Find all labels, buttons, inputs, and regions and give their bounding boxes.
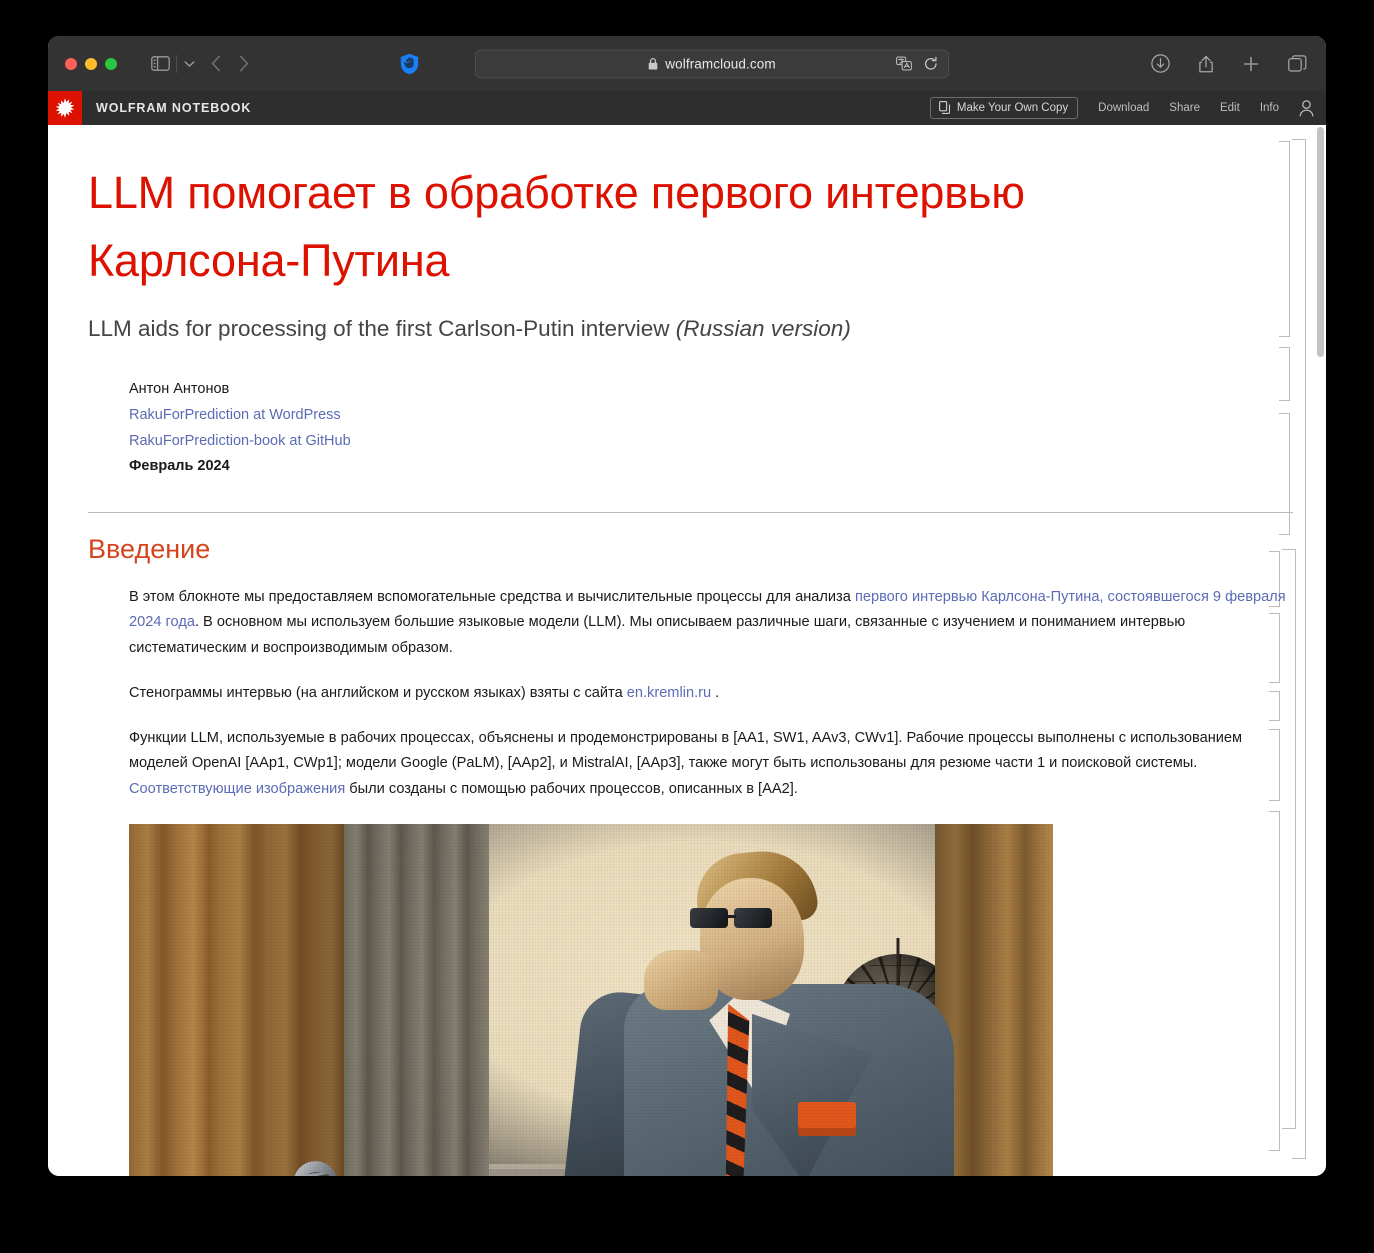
browser-toolbar: wolframcloud.com <box>48 36 1326 91</box>
make-your-own-copy-button[interactable]: Make Your Own Copy <box>929 97 1079 119</box>
paragraph-2: Стенограммы интервью (на английском и ру… <box>129 681 1292 706</box>
paragraph-3: Функции LLM, используемые в рабочих проц… <box>129 726 1292 802</box>
output-image-cell <box>129 823 1053 1176</box>
window-traffic-lights <box>65 57 117 70</box>
wolfram-spikey-logo[interactable] <box>48 91 82 125</box>
page-title: LLM помогает в обработке первого интервь… <box>88 167 1025 286</box>
page-subtitle: LLM aids for processing of the first Car… <box>88 316 1146 342</box>
browser-window: wolframcloud.com WOLFRAM NOTEBOOK Make Y… <box>48 36 1326 1176</box>
sidebar-toggle-icon[interactable] <box>151 56 170 71</box>
share-icon[interactable] <box>1198 54 1214 74</box>
url-text: wolframcloud.com <box>665 56 776 71</box>
paragraph-1-text-2: . В основном мы используем большие языко… <box>129 614 1186 656</box>
paragraph-1-text-1: В этом блокноте мы предоставляем вспомог… <box>129 589 855 606</box>
edit-link[interactable]: Edit <box>1220 102 1240 114</box>
toolbar-right-actions <box>1151 54 1307 74</box>
notebook-page[interactable]: LLM помогает в обработке первого интервь… <box>48 125 1326 1176</box>
address-bar[interactable]: wolframcloud.com <box>475 49 949 78</box>
author-date: Февраль 2024 <box>129 458 230 475</box>
subtitle-italic: (Russian version) <box>675 316 851 341</box>
paragraph-2-text-2: . <box>711 684 720 701</box>
author-block: Антон Антонов RakuForPrediction at WordP… <box>129 377 1326 480</box>
notebook-header-actions: Make Your Own Copy Download Share Edit I… <box>929 97 1314 119</box>
interview-illustration <box>129 823 1053 1176</box>
paragraph-2-text-1: Стенограммы интервью (на английском и ру… <box>129 684 627 701</box>
new-tab-icon[interactable] <box>1242 55 1260 73</box>
copy-icon <box>938 101 950 114</box>
translate-icon[interactable] <box>896 56 912 71</box>
reload-icon[interactable] <box>924 56 938 71</box>
toolbar-divider <box>176 54 177 73</box>
download-link[interactable]: Download <box>1098 102 1149 114</box>
paragraph-3-text-2: были созданы с помощью рабочих процессов… <box>345 780 798 797</box>
author-link-github[interactable]: RakuForPrediction-book at GitHub <box>129 429 1326 455</box>
lock-icon <box>648 57 658 70</box>
paragraph-3-link-images[interactable]: Соответствующие изображения <box>129 781 345 797</box>
paragraph-3-text-1: Функции LLM, используемые в рабочих проц… <box>129 730 1243 772</box>
notebook-header-title: WOLFRAM NOTEBOOK <box>96 101 252 115</box>
downloads-icon[interactable] <box>1151 54 1170 73</box>
forward-icon[interactable] <box>239 55 249 72</box>
account-person-icon[interactable] <box>1299 99 1314 117</box>
notebook-content: LLM помогает в обработке первого интервь… <box>48 159 1326 1176</box>
info-link[interactable]: Info <box>1260 102 1279 114</box>
section-divider <box>88 512 1293 514</box>
minimize-window-button[interactable] <box>85 57 97 70</box>
close-window-button[interactable] <box>65 57 77 70</box>
paragraph-2-link-kremlin[interactable]: en.kremlin.ru <box>627 685 711 701</box>
shield-privacy-icon[interactable] <box>400 53 419 75</box>
section-heading-introduction: Введение <box>88 534 211 565</box>
maximize-window-button[interactable] <box>105 57 117 70</box>
author-name: Антон Антонов <box>129 381 230 397</box>
author-link-wordpress[interactable]: RakuForPrediction at WordPress <box>129 403 1326 429</box>
back-icon[interactable] <box>211 55 221 72</box>
share-link[interactable]: Share <box>1169 102 1200 114</box>
chevron-down-icon[interactable] <box>184 60 195 68</box>
make-your-own-copy-label: Make Your Own Copy <box>956 101 1069 114</box>
illustration-grain-texture <box>129 823 1053 1176</box>
subtitle-plain: LLM aids for processing of the first Car… <box>88 316 676 341</box>
wolfram-notebook-header: WOLFRAM NOTEBOOK Make Your Own Copy Down… <box>48 91 1326 125</box>
tab-overview-icon[interactable] <box>1288 54 1307 73</box>
address-bar-actions <box>896 56 938 71</box>
paragraph-1: В этом блокноте мы предоставляем вспомог… <box>129 585 1292 661</box>
